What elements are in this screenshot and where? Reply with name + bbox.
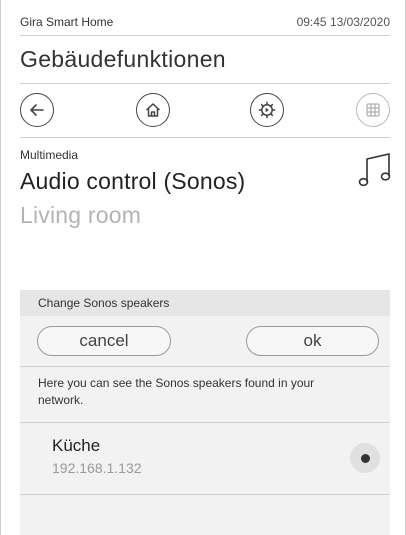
dialog-title: Change Sonos speakers [38, 296, 170, 310]
nav-bar [20, 93, 390, 131]
grid-button[interactable] [356, 93, 390, 127]
arrow-left-icon [30, 104, 44, 116]
ok-button[interactable]: ok [246, 326, 379, 356]
divider [20, 137, 390, 138]
status-bar: Gira Smart Home 09:45 13/03/2020 [20, 12, 390, 32]
back-button[interactable] [20, 93, 54, 127]
grid-icon [366, 103, 380, 117]
speaker-row[interactable]: Küche 192.168.1.132 [20, 422, 390, 494]
room-label: Living room [20, 202, 142, 228]
info-text: Here you can see the Sonos speakers foun… [38, 376, 315, 407]
speaker-radio-button[interactable] [350, 443, 380, 473]
speaker-ip: 192.168.1.132 [52, 460, 142, 476]
category-label: Multimedia [20, 148, 79, 162]
radio-selected-dot [360, 453, 370, 463]
app-name: Gira Smart Home [20, 15, 114, 29]
settings-button[interactable] [250, 93, 284, 127]
speaker-name: Küche [52, 436, 101, 455]
divider [20, 35, 390, 36]
gear-icon [258, 101, 276, 119]
divider [20, 366, 390, 367]
home-button[interactable] [136, 93, 170, 127]
home-icon [145, 103, 161, 117]
datetime: 09:45 13/03/2020 [296, 15, 390, 29]
music-note-icon [358, 153, 391, 187]
cancel-button[interactable]: cancel [37, 326, 171, 356]
device-title: Audio control (Sonos) [20, 168, 246, 194]
divider [20, 83, 390, 84]
page-title: Gebäudefunktionen [20, 46, 226, 72]
dialog-header: Change Sonos speakers [20, 290, 390, 316]
divider [20, 494, 390, 495]
